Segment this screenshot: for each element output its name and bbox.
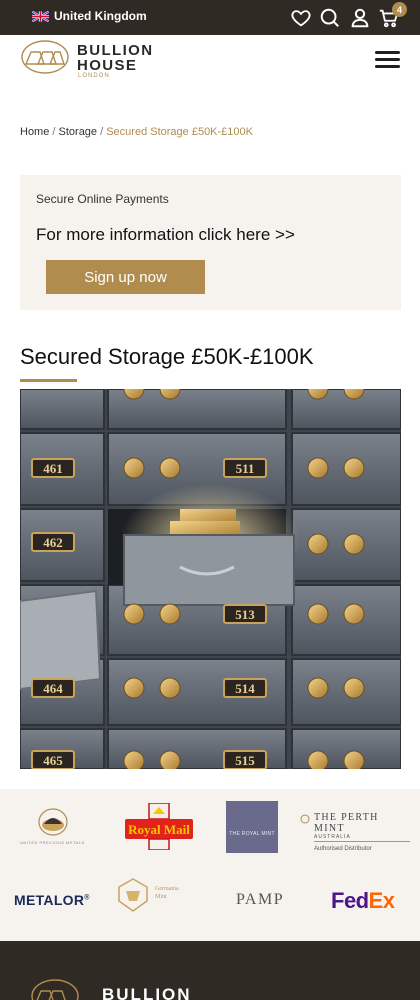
breadcrumb-separator: / (49, 126, 59, 138)
box-number: 513 (235, 607, 255, 622)
metalor-registered-mark: ® (84, 894, 90, 902)
page-title: Secured Storage £50K-£100K (20, 344, 314, 369)
royal-mint-text: THE ROYAL MINT (229, 831, 275, 837)
menu-icon[interactable] (375, 51, 401, 71)
breadcrumb: Home / Storage / Secured Storage £50K-£1… (20, 126, 253, 138)
perth-mint-country: AUSTRALIA (314, 834, 351, 840)
pamp-logo[interactable]: PAMP (236, 891, 284, 909)
royal-mail-logo[interactable]: Royal Mail (125, 802, 193, 851)
breadcrumb-home[interactable]: Home (20, 126, 49, 138)
sign-up-button[interactable]: Sign up now (46, 260, 205, 294)
united-pm-text: UNITED PRECIOUS METALS (20, 840, 85, 845)
metalor-logo[interactable]: METALOR® (14, 892, 90, 908)
box-number: 465 (43, 753, 63, 768)
user-icon[interactable] (349, 7, 371, 29)
united-precious-metals-logo[interactable]: UNITED PRECIOUS METALS (20, 806, 86, 845)
box-number: 461 (43, 461, 63, 476)
perth-mint-divider (314, 841, 410, 842)
breadcrumb-separator: / (97, 126, 107, 138)
perth-mint-logo[interactable]: THE PERTH MINT AUSTRALIA Authorised Dist… (300, 812, 412, 852)
breadcrumb-current: Secured Storage £50K-£100K (106, 126, 253, 138)
logo-text-line2[interactable]: HOUSE (77, 57, 137, 74)
box-number: 515 (235, 753, 255, 768)
heart-icon[interactable] (290, 7, 312, 29)
royal-mail-text: Royal Mail (128, 822, 190, 837)
region-selector[interactable]: United Kingdom (54, 9, 147, 23)
box-number: 514 (235, 681, 255, 696)
germania-mint-text: Germania Mint (155, 885, 179, 901)
breadcrumb-storage[interactable]: Storage (59, 126, 98, 138)
promo-subtitle: Secure Online Payments (36, 192, 169, 206)
germania-mint-logo[interactable]: Germania Mint (115, 877, 195, 913)
footer-logo-text[interactable]: BULLION (102, 985, 192, 1000)
site-header: BULLION HOUSE LONDON (0, 35, 420, 90)
cart-count-badge: 4 (392, 2, 407, 17)
footer-logo-icon[interactable] (30, 979, 80, 1000)
perth-mint-title: THE PERTH MINT (314, 812, 379, 834)
logo-icon[interactable] (20, 40, 70, 74)
perth-mint-distributor: Authorised Distributor (314, 846, 372, 852)
germania-mint-line2: Mint (155, 894, 167, 900)
germania-mint-line1: Germania (155, 886, 179, 892)
top-bar: United Kingdom 4 (0, 0, 420, 35)
promo-info-link[interactable]: For more information click here >> (36, 225, 295, 245)
fedex-fed-text: Fed (331, 888, 369, 913)
title-underline (20, 379, 77, 382)
safe-deposit-boxes-image: 461 511 462 513 464 514 465 515 (20, 389, 401, 769)
box-number: 464 (43, 681, 63, 696)
fedex-ex-text: Ex (368, 888, 395, 913)
search-icon[interactable] (319, 7, 341, 29)
fedex-logo[interactable]: FedEx (331, 888, 395, 914)
metalor-text: METALOR (14, 892, 85, 908)
box-number: 462 (43, 535, 63, 550)
box-number: 511 (236, 461, 255, 476)
partner-logos: UNITED PRECIOUS METALS Royal Mail THE RO… (0, 789, 420, 941)
site-footer: BULLION (0, 941, 420, 1000)
logo-subtext: LONDON (78, 73, 110, 79)
promo-box: Secure Online Payments For more informat… (20, 175, 401, 310)
royal-mint-logo[interactable]: THE ROYAL MINT (226, 801, 278, 853)
uk-flag-icon (32, 11, 49, 22)
